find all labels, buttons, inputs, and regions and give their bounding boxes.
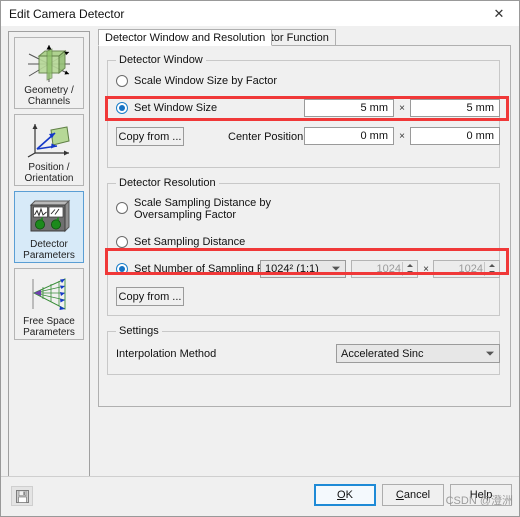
chevron-down-icon: [486, 351, 494, 356]
stepper-down-icon[interactable]: [403, 269, 416, 276]
stepper-buttons[interactable]: [484, 262, 498, 276]
sidebar-item-position-orientation[interactable]: Position / Orientation: [14, 114, 84, 186]
sidebar-item-label: Detector Parameters: [23, 239, 75, 261]
group-title: Detector Window: [116, 54, 206, 66]
radio-scale-window-size-by-factor[interactable]: Scale Window Size by Factor: [116, 75, 277, 87]
sampling-points-x-stepper[interactable]: 1024: [351, 260, 418, 278]
cancel-button[interactable]: Cancel: [382, 484, 444, 506]
save-icon[interactable]: [11, 486, 33, 506]
group-title: Detector Resolution: [116, 177, 219, 189]
detector-parameters-icon: [29, 199, 71, 233]
chevron-down-icon: [332, 266, 340, 271]
close-icon[interactable]: ✕: [479, 1, 519, 26]
radio-indicator: [116, 236, 128, 248]
sidebar-item-detector-parameters[interactable]: Detector Parameters: [14, 191, 84, 263]
interpolation-method-select[interactable]: Accelerated Sinc: [336, 344, 500, 363]
settings-group: Settings Interpolation Method Accelerate…: [107, 325, 500, 375]
sampling-points-y-stepper[interactable]: 1024: [433, 260, 500, 278]
detector-resolution-group: Detector Resolution Scale Sampling Dista…: [107, 177, 500, 316]
help-label: Help: [469, 489, 493, 501]
tab-strip: Detector Window and Resolution Detector …: [98, 29, 511, 46]
center-y-input[interactable]: 0 mm: [410, 127, 500, 145]
stepper-up-icon[interactable]: [403, 262, 416, 269]
floppy-disk-glyph: [15, 489, 29, 503]
radio-set-sampling-distance[interactable]: Set Sampling Distance: [116, 236, 245, 248]
stepper-buttons[interactable]: [402, 262, 416, 276]
center-position-separator: ×: [399, 130, 405, 142]
detector-window-group: Detector Window Scale Window Size by Fac…: [107, 54, 500, 168]
sidebar-item-label: Position / Orientation: [24, 162, 74, 184]
cancel-rest: ancel: [403, 489, 431, 501]
radio-label: Set Sampling Distance: [134, 236, 246, 248]
radio-set-window-size[interactable]: Set Window Size: [116, 102, 217, 114]
cancel-accel: C: [395, 489, 404, 501]
help-button[interactable]: Help: [450, 484, 512, 506]
copy-from-window-button[interactable]: Copy from ...: [116, 127, 184, 146]
radio-indicator: [116, 202, 128, 214]
sampling-points-preset-select[interactable]: 1024² (1:1): [260, 260, 346, 278]
ok-rest: K: [345, 489, 353, 501]
window-title: Edit Camera Detector: [9, 6, 125, 21]
sampling-points-separator: ×: [423, 263, 429, 275]
dialog-body: Geometry / Channels Position / Orientati…: [1, 26, 519, 486]
stepper-up-icon[interactable]: [485, 262, 498, 269]
window-height-input[interactable]: 5 mm: [410, 99, 500, 117]
radio-scale-sampling-distance[interactable]: Scale Sampling Distance by Oversampling …: [116, 197, 271, 221]
stepper-down-icon[interactable]: [485, 269, 498, 276]
sidebar-item-label: Free Space Parameters: [23, 316, 75, 338]
ok-button[interactable]: OK: [314, 484, 376, 506]
sidebar-item-label: Geometry / Channels: [24, 85, 74, 107]
window-width-input[interactable]: 5 mm: [304, 99, 394, 117]
tab-detector-window-and-resolution[interactable]: Detector Window and Resolution: [98, 29, 273, 46]
interpolation-method-label: Interpolation Method: [116, 348, 217, 360]
sidebar-item-free-space-parameters[interactable]: Free Space Parameters: [14, 268, 84, 340]
radio-label: Set Window Size: [134, 102, 218, 114]
radio-label: Scale Sampling Distance by Oversampling …: [134, 197, 271, 221]
radio-indicator: [116, 263, 128, 275]
sidebar: Geometry / Channels Position / Orientati…: [8, 31, 90, 486]
center-position-label: Center Position: [228, 130, 304, 143]
title-bar: Edit Camera Detector ✕: [1, 1, 519, 26]
tab-panel: Detector Window Scale Window Size by Fac…: [98, 45, 511, 407]
geometry-channels-icon: [28, 45, 70, 82]
center-x-input[interactable]: 0 mm: [304, 127, 394, 145]
sampling-points-preset-value: 1024² (1:1): [265, 263, 319, 275]
group-title: Settings: [116, 325, 162, 337]
copy-from-resolution-button[interactable]: Copy from ...: [116, 287, 184, 306]
radio-indicator: [116, 75, 128, 87]
sampling-points-y-value: 1024: [458, 263, 483, 275]
edit-camera-detector-dialog: Edit Camera Detector ✕ Geometry / Channe…: [0, 0, 520, 517]
radio-indicator: [116, 102, 128, 114]
window-size-separator: ×: [399, 102, 405, 114]
position-orientation-icon: [27, 124, 70, 158]
interpolation-method-value: Accelerated Sinc: [341, 347, 424, 360]
tab-label: Detector Window and Resolution: [105, 31, 266, 44]
sidebar-item-geometry-channels[interactable]: Geometry / Channels: [14, 37, 84, 109]
footer-bar: OK Cancel Help CSDN @澄洲: [1, 476, 519, 516]
radio-label: Scale Window Size by Factor: [134, 75, 278, 87]
sampling-points-x-value: 1024: [376, 263, 401, 275]
free-space-parameters-icon: [32, 278, 66, 310]
ok-accel: O: [337, 489, 346, 501]
